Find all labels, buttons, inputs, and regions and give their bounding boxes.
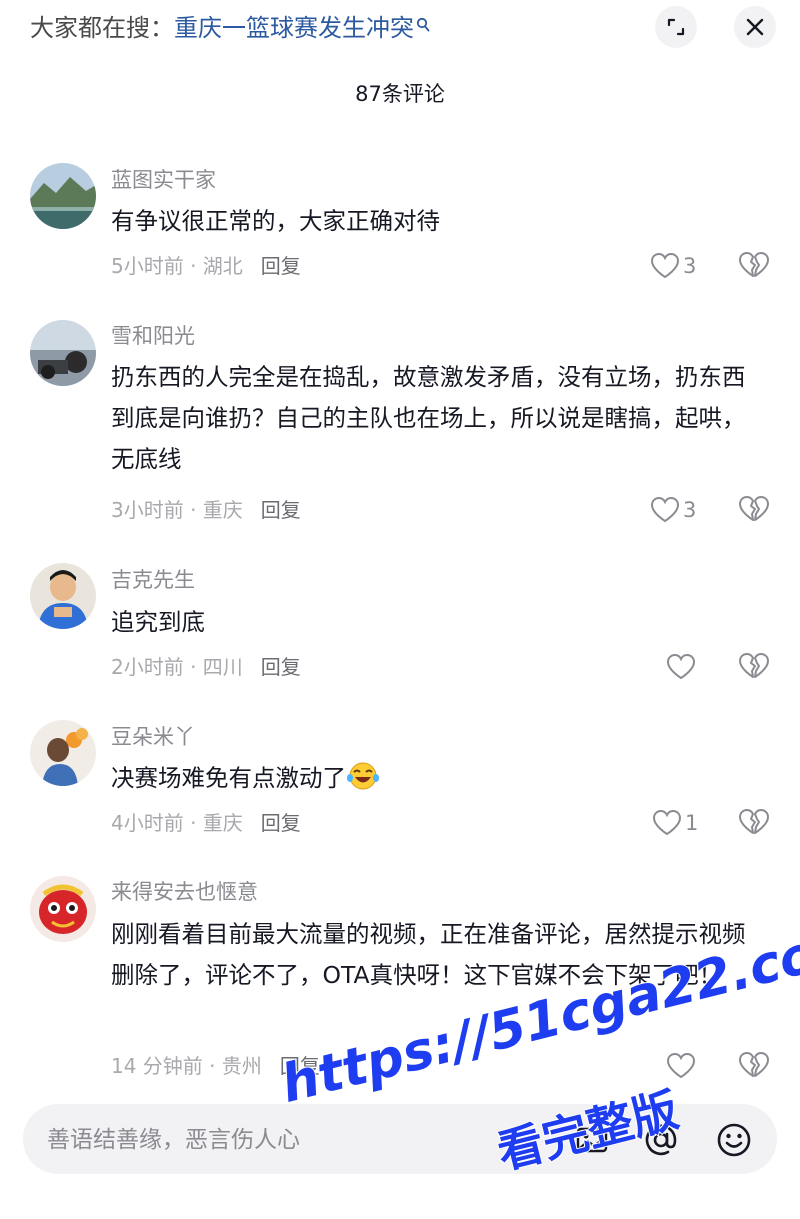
comment-username[interactable]: 来得安去也惬意 — [111, 878, 258, 906]
search-icon — [416, 17, 430, 37]
like-button[interactable]: 3 — [650, 495, 710, 525]
image-icon — [576, 1127, 608, 1153]
comment-meta: 14 分钟前 · 贵州 回复 — [111, 1052, 320, 1080]
comment-text-body: 决赛场难免有点激动了 — [111, 764, 346, 792]
comment-meta: 5小时前 · 湖北 回复 — [111, 252, 301, 280]
mention-button[interactable] — [642, 1121, 680, 1159]
broken-heart-icon — [739, 1052, 769, 1077]
trending-search-prefix: 大家都在搜： — [30, 14, 174, 42]
like-count: 3 — [683, 254, 697, 278]
avatar[interactable] — [30, 720, 96, 786]
comment-meta: 2小时前 · 四川 回复 — [111, 653, 301, 681]
dislike-button[interactable] — [738, 251, 770, 281]
trending-search-hint[interactable]: 大家都在搜：重庆一篮球赛发生冲突 — [30, 12, 430, 44]
top-bar: 大家都在搜：重庆一篮球赛发生冲突 — [0, 0, 800, 60]
comment-username[interactable]: 雪和阳光 — [111, 322, 195, 350]
laughing-emoji-icon — [347, 762, 379, 790]
comment-username[interactable]: 吉克先生 — [111, 566, 195, 594]
dislike-button[interactable] — [738, 1051, 770, 1081]
image-button[interactable] — [573, 1121, 611, 1159]
like-button[interactable] — [666, 1051, 698, 1081]
expand-icon — [667, 18, 685, 36]
broken-heart-icon — [739, 809, 769, 834]
dislike-button[interactable] — [738, 652, 770, 682]
close-icon — [746, 18, 764, 36]
comment-time-location: 14 分钟前 · 贵州 — [111, 1054, 262, 1078]
comment-text: 扔东西的人完全是在捣乱，故意激发矛盾，没有立场，扔东西到底是向谁扔？自己的主队也… — [111, 363, 746, 473]
close-button[interactable] — [734, 6, 776, 48]
comment-text: 有争议很正常的，大家正确对待 — [111, 207, 440, 235]
trending-search-topic[interactable]: 重庆一篮球赛发生冲突 — [174, 14, 414, 42]
comment-time-location: 2小时前 · 四川 — [111, 655, 243, 679]
heart-icon — [666, 1052, 696, 1079]
like-count: 1 — [685, 811, 699, 835]
comment-time-location: 5小时前 · 湖北 — [111, 254, 243, 278]
emoji-button[interactable] — [715, 1121, 753, 1159]
dislike-button[interactable] — [738, 495, 770, 525]
emoji-icon — [717, 1123, 751, 1157]
avatar[interactable] — [30, 876, 96, 942]
like-button[interactable]: 1 — [652, 808, 702, 838]
comment-meta: 3小时前 · 重庆 回复 — [111, 496, 301, 524]
comment-text: 决赛场难免有点激动了 — [111, 758, 761, 799]
avatar[interactable] — [30, 163, 96, 229]
like-count: 3 — [683, 498, 697, 522]
comment-count-title: 87条评论 — [355, 82, 445, 106]
avatar[interactable] — [30, 563, 96, 629]
comment-text: 刚刚看着目前最大流量的视频，正在准备评论，居然提示视频删除了，评论不了，OTA真… — [111, 920, 746, 989]
reply-button[interactable]: 回复 — [261, 811, 301, 835]
like-button[interactable]: 3 — [650, 251, 710, 281]
comment-time-location: 4小时前 · 重庆 — [111, 811, 243, 835]
expand-button[interactable] — [655, 6, 697, 48]
comment-text: 追究到底 — [111, 608, 205, 636]
broken-heart-icon — [739, 496, 769, 521]
comment-username[interactable]: 豆朵米丫 — [111, 723, 195, 751]
like-button[interactable] — [666, 652, 698, 682]
comment-username[interactable]: 蓝图实干家 — [111, 166, 216, 194]
avatar[interactable] — [30, 320, 96, 386]
comment-input[interactable] — [45, 1104, 489, 1176]
heart-icon — [666, 653, 696, 680]
heart-icon — [650, 496, 680, 523]
reply-button[interactable]: 回复 — [261, 254, 301, 278]
heart-icon — [650, 252, 680, 279]
comment-input-bar — [23, 1104, 777, 1176]
reply-button[interactable]: 回复 — [280, 1054, 320, 1078]
comment-time-location: 3小时前 · 重庆 — [111, 498, 243, 522]
at-icon — [645, 1124, 677, 1156]
broken-heart-icon — [739, 653, 769, 678]
dislike-button[interactable] — [738, 808, 770, 838]
reply-button[interactable]: 回复 — [261, 655, 301, 679]
broken-heart-icon — [739, 252, 769, 277]
comment-meta: 4小时前 · 重庆 回复 — [111, 809, 301, 837]
reply-button[interactable]: 回复 — [261, 498, 301, 522]
heart-icon — [652, 809, 682, 836]
